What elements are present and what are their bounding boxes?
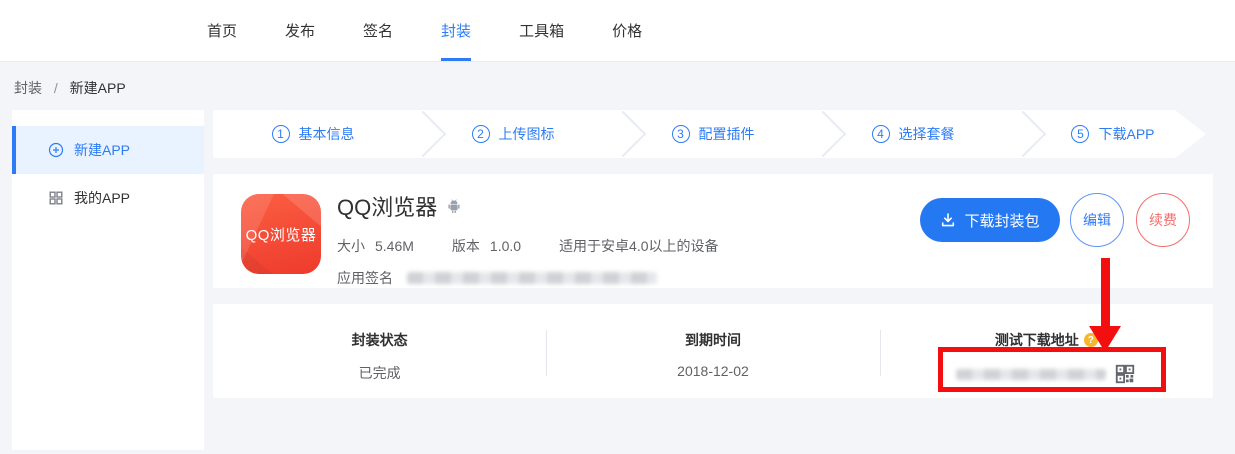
expiry-value: 2018-12-02 bbox=[546, 363, 879, 379]
tab-price[interactable]: 价格 bbox=[612, 0, 642, 61]
tab-publish[interactable]: 发布 bbox=[285, 0, 315, 61]
download-package-button[interactable]: 下载封装包 bbox=[920, 198, 1060, 242]
qr-code-icon[interactable] bbox=[1114, 363, 1136, 385]
step-basic-info[interactable]: 1 基本信息 bbox=[213, 110, 413, 158]
main-content: 1 基本信息 2 上传图标 3 配置插件 4 选择套餐 5 下载APP bbox=[213, 110, 1213, 398]
question-badge-icon[interactable]: ? bbox=[1084, 333, 1098, 347]
sidebar-item-label: 新建APP bbox=[74, 140, 130, 160]
status-col-package-state: 封装状态 已完成 bbox=[213, 304, 546, 398]
breadcrumb-root[interactable]: 封装 bbox=[14, 80, 42, 96]
signature-label: 应用签名 bbox=[337, 268, 393, 288]
url-masked-value bbox=[956, 369, 1106, 380]
breadcrumb-current: 新建APP bbox=[70, 80, 126, 96]
edit-button[interactable]: 编辑 bbox=[1070, 193, 1124, 247]
status-col-test-download: 测试下载地址 ? bbox=[880, 304, 1213, 398]
sidebar: 新建APP 我的APP bbox=[12, 110, 204, 450]
step-label: 上传图标 bbox=[499, 124, 555, 144]
breadcrumb: 封装 / 新建APP bbox=[14, 78, 126, 98]
download-button-label: 下载封装包 bbox=[964, 210, 1039, 231]
step-upload-icon[interactable]: 2 上传图标 bbox=[413, 110, 613, 158]
app-info: QQ浏览器 大小 5.46M bbox=[337, 190, 719, 288]
signature-row: 应用签名 bbox=[337, 268, 719, 288]
compatibility-text: 适用于安卓4.0以上的设备 bbox=[559, 236, 718, 256]
steps-bar: 1 基本信息 2 上传图标 3 配置插件 4 选择套餐 5 下载APP bbox=[213, 110, 1213, 158]
step-number: 1 bbox=[272, 125, 290, 143]
app-icon-label: QQ浏览器 bbox=[246, 224, 317, 245]
app-card: QQ浏览器 QQ浏览器 bbox=[213, 174, 1213, 288]
package-state-value: 已完成 bbox=[213, 363, 546, 383]
step-label: 配置插件 bbox=[699, 124, 755, 144]
size-value: 5.46M bbox=[375, 238, 414, 254]
version-value: 1.0.0 bbox=[490, 238, 521, 254]
renew-button[interactable]: 续费 bbox=[1136, 193, 1190, 247]
page-body: 封装 / 新建APP 新建APP 我的APP bbox=[0, 62, 1235, 454]
app-title: QQ浏览器 bbox=[337, 190, 437, 222]
plus-circle-icon bbox=[48, 142, 64, 158]
version-label: 版本 bbox=[452, 236, 480, 256]
tab-toolbox[interactable]: 工具箱 bbox=[519, 0, 564, 61]
tab-home[interactable]: 首页 bbox=[207, 0, 237, 61]
size-label: 大小 bbox=[337, 236, 365, 256]
step-label: 选择套餐 bbox=[899, 124, 955, 144]
top-nav: 首页 发布 签名 封装 工具箱 价格 bbox=[0, 0, 1235, 62]
step-select-plan[interactable]: 4 选择套餐 bbox=[813, 110, 1013, 158]
tab-package[interactable]: 封装 bbox=[441, 0, 471, 61]
column-divider bbox=[546, 330, 547, 376]
sidebar-item-new-app[interactable]: 新建APP bbox=[12, 126, 204, 174]
expiry-label: 到期时间 bbox=[685, 330, 741, 350]
breadcrumb-separator: / bbox=[54, 80, 58, 96]
step-number: 5 bbox=[1071, 125, 1089, 143]
android-icon bbox=[445, 197, 463, 215]
sidebar-item-label: 我的APP bbox=[74, 188, 130, 208]
signature-masked-value bbox=[407, 272, 657, 284]
status-card: 封装状态 已完成 到期时间 2018-12-02 测试下载地址 ? bbox=[213, 304, 1213, 398]
step-number: 3 bbox=[672, 125, 690, 143]
column-divider bbox=[880, 330, 881, 376]
status-col-expiry: 到期时间 2018-12-02 bbox=[546, 304, 879, 398]
test-download-label: 测试下载地址 bbox=[995, 330, 1079, 350]
step-label: 基本信息 bbox=[299, 124, 355, 144]
step-number: 2 bbox=[472, 125, 490, 143]
grid-icon bbox=[48, 190, 64, 206]
step-label: 下载APP bbox=[1098, 124, 1154, 144]
step-number: 4 bbox=[872, 125, 890, 143]
app-meta-row: 大小 5.46M 版本 1.0.0 适用于安卓4.0以上的设备 bbox=[337, 236, 719, 256]
app-icon: QQ浏览器 bbox=[241, 194, 321, 274]
download-icon bbox=[940, 212, 956, 228]
sidebar-item-my-apps[interactable]: 我的APP bbox=[12, 174, 204, 222]
step-configure-plugins[interactable]: 3 配置插件 bbox=[613, 110, 813, 158]
step-download-app[interactable]: 5 下载APP bbox=[1013, 110, 1213, 158]
package-state-label: 封装状态 bbox=[352, 330, 408, 350]
tab-signature[interactable]: 签名 bbox=[363, 0, 393, 61]
test-download-url[interactable] bbox=[880, 363, 1213, 385]
